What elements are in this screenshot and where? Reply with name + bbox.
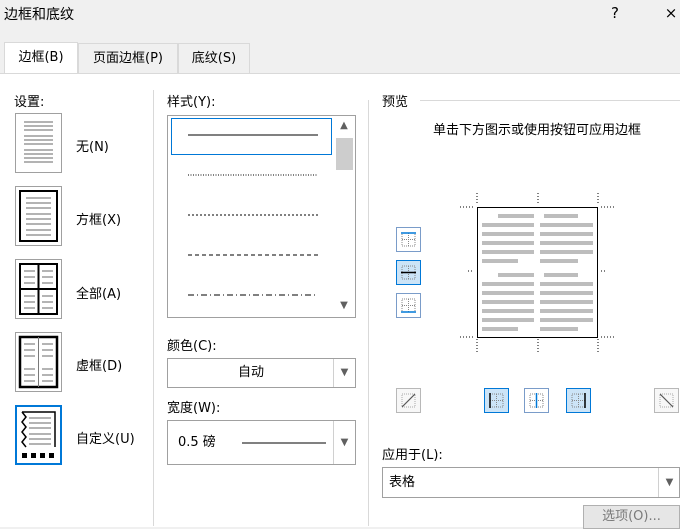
setting-custom-icon[interactable] (15, 405, 62, 465)
apply-to-combo[interactable]: 表格 ▼ (382, 467, 680, 498)
preview-table[interactable] (477, 207, 598, 338)
setting-none-icon[interactable] (15, 113, 62, 173)
color-value: 自动 (237, 365, 264, 380)
diagonal-up-border-button[interactable] (654, 388, 679, 413)
width-combo[interactable]: 0.5 磅 ▼ (167, 420, 356, 465)
settings-heading: 设置: (14, 95, 45, 110)
style-heading: 样式(Y): (167, 95, 216, 110)
tab-shading[interactable]: 底纹(S) (178, 43, 250, 73)
options-button[interactable]: 选项(O)... (583, 505, 680, 529)
setting-grid-label[interactable]: 虚框(D) (76, 355, 122, 374)
inside-vertical-border-button[interactable] (524, 388, 549, 413)
bottom-border-button[interactable] (396, 293, 421, 318)
tab-page-borders[interactable]: 页面边框(P) (78, 43, 178, 73)
chevron-down-icon[interactable]: ▼ (658, 468, 680, 497)
close-button[interactable]: × (658, 2, 680, 24)
width-value: 0.5 磅 (178, 435, 216, 450)
apply-to-value: 表格 (389, 475, 416, 490)
preview-heading: 预览 (382, 95, 409, 110)
color-heading: 颜色(C): (167, 339, 217, 354)
style-line-samples[interactable] (168, 116, 333, 316)
setting-all-icon[interactable] (15, 259, 62, 319)
left-border-button[interactable] (484, 388, 509, 413)
width-heading: 宽度(W): (167, 401, 221, 416)
tab-borders[interactable]: 边框(B) (4, 42, 78, 74)
width-line-sample (242, 442, 326, 444)
apply-to-heading: 应用于(L): (382, 448, 443, 463)
color-combo[interactable]: 自动 ▼ (167, 358, 356, 388)
scroll-down-icon[interactable]: ▼ (333, 297, 355, 315)
help-button[interactable]: ? (602, 2, 628, 24)
separator (368, 100, 369, 526)
preview-hint: 单击下方图示或使用按钮可应用边框 (432, 123, 641, 138)
setting-all-label[interactable]: 全部(A) (76, 283, 121, 302)
setting-box-icon[interactable] (15, 186, 62, 246)
scroll-up-icon[interactable]: ▲ (333, 117, 355, 135)
top-border-button[interactable] (396, 227, 421, 252)
setting-none-label[interactable]: 无(N) (76, 136, 109, 155)
setting-grid-icon[interactable] (15, 332, 62, 392)
setting-custom-label[interactable]: 自定义(U) (76, 428, 135, 447)
right-border-button[interactable] (566, 388, 591, 413)
inside-horizontal-border-button[interactable] (396, 260, 421, 285)
chevron-down-icon[interactable]: ▼ (333, 359, 355, 387)
separator (153, 90, 154, 526)
chevron-down-icon[interactable]: ▼ (333, 421, 355, 464)
setting-box-label[interactable]: 方框(X) (76, 209, 121, 228)
preview-rule (420, 100, 680, 101)
diagonal-down-border-button[interactable] (396, 388, 421, 413)
scroll-thumb[interactable] (336, 138, 353, 170)
dialog-title: 边框和底纹 (4, 7, 74, 23)
